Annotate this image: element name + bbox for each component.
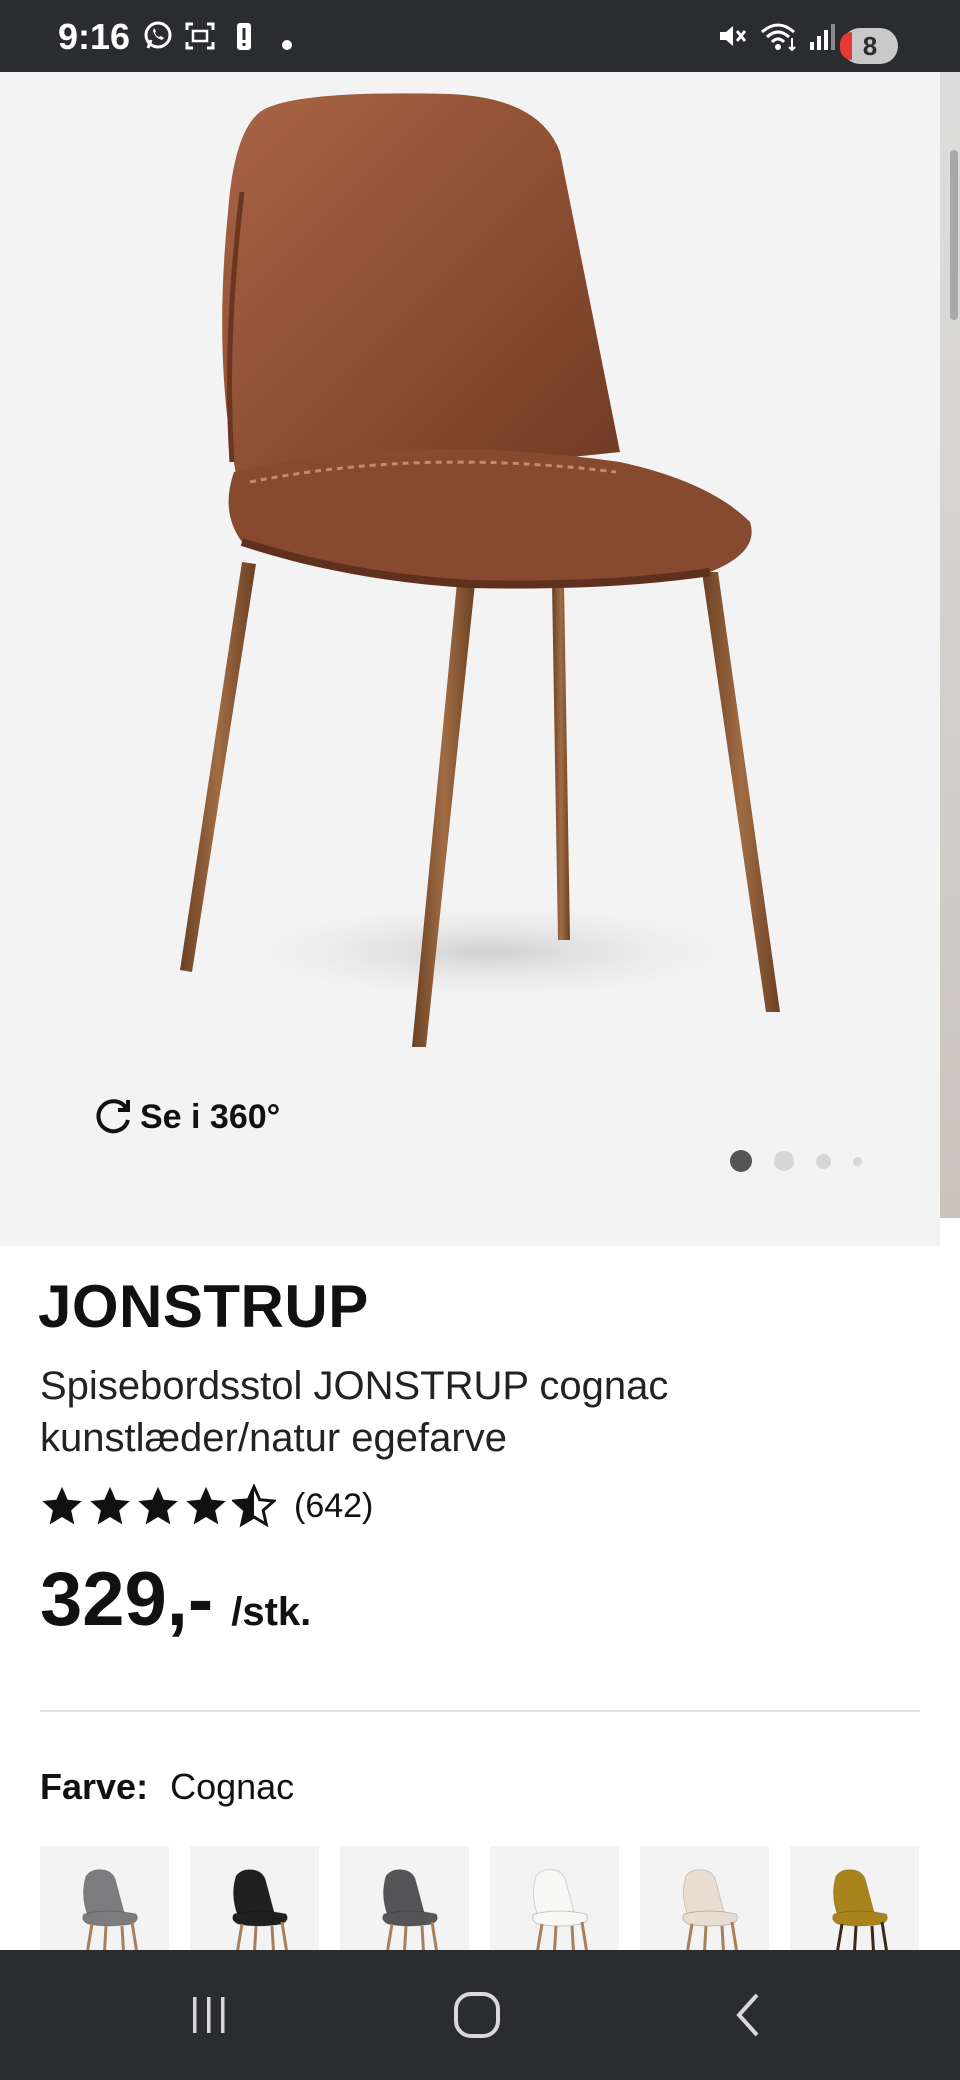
mute-icon [720, 26, 747, 46]
signal-icon [810, 24, 835, 50]
swatch-sheepskin[interactable] [640, 1846, 769, 1950]
gallery-dot-active[interactable] [730, 1150, 752, 1172]
recent-apps-icon [193, 1997, 225, 2033]
back-button[interactable] [714, 1980, 784, 2050]
swatch-dark-grey[interactable] [340, 1846, 469, 1950]
star-full-icon [138, 1486, 178, 1525]
price-unit: /stk. [231, 1590, 312, 1634]
swatch-grey[interactable] [40, 1846, 169, 1950]
product-rating[interactable]: (642) [40, 1484, 373, 1528]
star-full-icon [90, 1486, 130, 1525]
star-half-icon [232, 1484, 276, 1528]
swatch-white[interactable] [490, 1846, 619, 1950]
star-full-icon [186, 1486, 226, 1525]
gallery-dot[interactable] [816, 1153, 831, 1169]
battery-alert-icon [237, 23, 251, 50]
back-icon [736, 1993, 759, 2037]
product-description: Spisebordsstol JONSTRUP cognac kunstlæde… [40, 1364, 669, 1460]
product-brand: JONSTRUP [38, 1273, 369, 1340]
system-navigation-bar [0, 1950, 960, 2080]
home-button[interactable] [442, 1980, 512, 2050]
status-time: 9:16 [58, 16, 131, 57]
swatch-chair-icon [832, 1869, 888, 1950]
product-image-gallery[interactable]: Se i 360° [0, 72, 940, 1246]
view-360-button[interactable]: Se i 360° [92, 1092, 280, 1142]
notification-count-badge: 8 [840, 28, 898, 64]
color-swatch-list [40, 1846, 920, 1950]
notification-dot [282, 40, 292, 50]
gallery-dot[interactable] [853, 1156, 862, 1166]
swatch-chair-icon [682, 1869, 738, 1950]
swatch-black[interactable] [190, 1846, 319, 1950]
screenshot-icon [185, 22, 215, 50]
rotate-icon [96, 1099, 130, 1134]
color-selector-label: Farve: Cognac [40, 1766, 294, 1808]
whatsapp-icon [144, 21, 172, 49]
swatch-mustard[interactable] [790, 1846, 919, 1950]
status-bar: 9:16 8 [0, 0, 960, 72]
swatch-chair-icon [82, 1869, 138, 1950]
scrollbar[interactable] [950, 150, 958, 320]
gallery-pagination [730, 1146, 862, 1176]
home-icon [454, 1992, 500, 2038]
price-value: 329,- [40, 1557, 214, 1642]
recent-apps-button[interactable] [174, 1980, 244, 2050]
star-full-icon [42, 1486, 82, 1525]
swatch-chair-icon [232, 1869, 288, 1950]
view-360-label: Se i 360° [140, 1097, 281, 1136]
product-price: 329,- /stk. [40, 1556, 311, 1643]
wifi-icon [761, 23, 796, 52]
color-label: Farve: [40, 1766, 149, 1807]
rating-stars [40, 1484, 276, 1528]
divider [40, 1710, 920, 1712]
review-count[interactable]: (642) [294, 1487, 373, 1526]
product-image-chair [180, 93, 780, 1047]
selected-color: Cognac [170, 1766, 295, 1807]
swatch-chair-icon [532, 1869, 588, 1950]
gallery-dot[interactable] [774, 1151, 794, 1171]
swatch-chair-icon [382, 1869, 438, 1950]
